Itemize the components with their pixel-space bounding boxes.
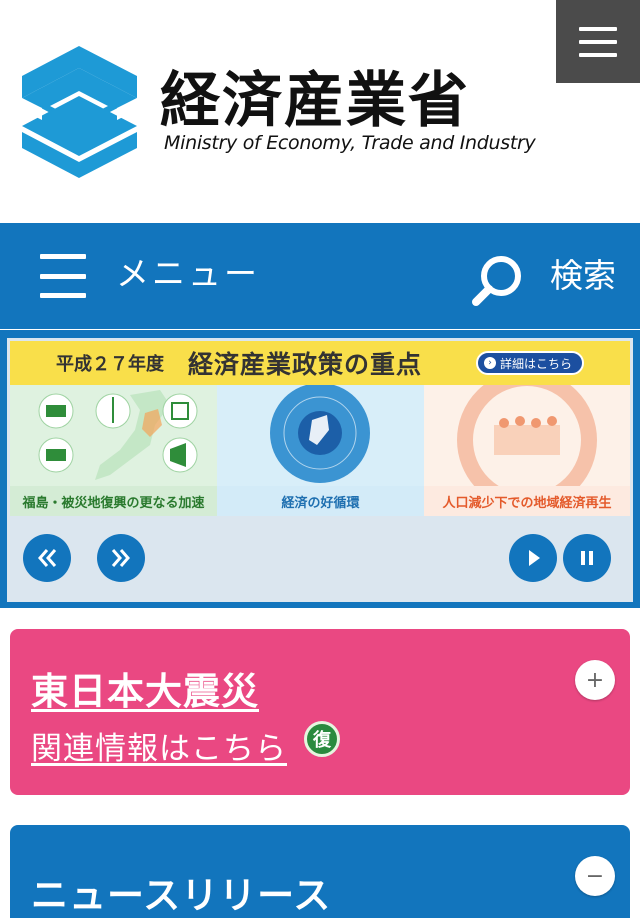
- double-chevron-left-icon: [38, 549, 57, 567]
- slider-inner: 平成２７年度 経済産業政策の重点 › 詳細はこちら 福島・被災地復興の更なる加速…: [7, 338, 633, 602]
- nav-bar: メニュー 検索: [0, 223, 640, 329]
- policy-slider: 平成２７年度 経済産業政策の重点 › 詳細はこちら 福島・被災地復興の更なる加速…: [0, 330, 640, 608]
- disaster-info-box: 東日本大震災 関連情報はこちら 復 +: [10, 629, 630, 795]
- site-header: 経済産業省 Ministry of Economy, Trade and Ind…: [0, 0, 640, 223]
- fukko-badge-icon: 復: [304, 721, 340, 757]
- banner-detail-label: 詳細はこちら: [500, 356, 573, 371]
- economy-cycle-illustration: [217, 383, 424, 486]
- logo-title-ja[interactable]: 経済産業省: [160, 66, 470, 136]
- news-collapse-button[interactable]: −: [575, 856, 615, 896]
- plus-icon: +: [585, 667, 605, 693]
- chevron-right-icon: ›: [484, 357, 496, 369]
- panel-caption-economy: 経済の好循環: [217, 486, 424, 516]
- hamburger-line: [579, 52, 617, 57]
- logo-title-en[interactable]: Ministry of Economy, Trade and Industry: [164, 132, 536, 154]
- hamburger-line: [579, 39, 617, 44]
- news-title[interactable]: ニュースリリース: [31, 865, 331, 918]
- slider-play-button[interactable]: [509, 534, 557, 582]
- japan-map-illustration: [38, 390, 198, 480]
- panel-caption-fukushima: 福島・被災地復興の更なる加速: [10, 486, 217, 516]
- regional-economy-illustration: [457, 370, 597, 510]
- hamburger-line: [579, 26, 617, 31]
- slider-prev-button[interactable]: [23, 534, 71, 582]
- news-release-box: ニュースリリース −: [10, 825, 630, 918]
- search-icon: [472, 256, 521, 306]
- menu-label: メニュー: [116, 254, 260, 293]
- hamburger-menu-button[interactable]: [556, 0, 640, 83]
- banner-year: 平成２７年度: [56, 354, 164, 375]
- disaster-expand-button[interactable]: +: [575, 660, 615, 700]
- play-icon: [529, 550, 540, 566]
- minus-icon: −: [585, 863, 605, 889]
- meti-logo-icon[interactable]: [22, 46, 137, 178]
- menu-icon: [40, 254, 86, 298]
- slider-pause-button[interactable]: [563, 534, 611, 582]
- banner-panel-economy[interactable]: 経済の好循環: [217, 383, 424, 516]
- pause-icon: [581, 551, 593, 565]
- banner-title: 経済産業政策の重点: [188, 350, 423, 379]
- banner-detail-link[interactable]: › 詳細はこちら: [476, 351, 584, 375]
- disaster-related-link[interactable]: 関連情報はこちら: [31, 723, 287, 768]
- search-label: 検索: [550, 256, 616, 295]
- disaster-title-link[interactable]: 東日本大震災: [31, 661, 259, 715]
- search-button[interactable]: 検索: [470, 251, 616, 331]
- slider-next-button[interactable]: [97, 534, 145, 582]
- banner-panel-region[interactable]: 人口減少下での地域経済再生: [424, 370, 630, 516]
- banner-panel-fukushima[interactable]: 福島・被災地復興の更なる加速: [10, 385, 217, 516]
- double-chevron-right-icon: [111, 549, 130, 567]
- panel-caption-region: 人口減少下での地域経済再生: [424, 486, 630, 516]
- policy-banner[interactable]: 平成２７年度 経済産業政策の重点 › 詳細はこちら 福島・被災地復興の更なる加速…: [10, 341, 630, 516]
- menu-button[interactable]: メニュー: [40, 251, 260, 301]
